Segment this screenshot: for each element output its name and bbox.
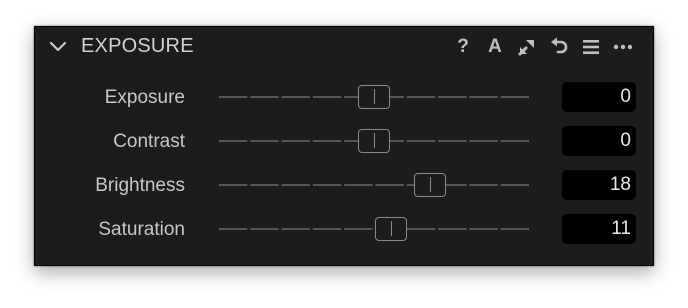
slider-track <box>219 228 529 230</box>
slider-track <box>219 184 529 186</box>
exposure-tool-panel: EXPOSURE ? A Exposure 0 Contrast 0 Brigh… <box>34 26 654 266</box>
panel-title: EXPOSURE <box>81 35 194 57</box>
presets-menu-icon[interactable] <box>575 35 607 59</box>
contrast-value-field[interactable]: 0 <box>562 126 636 156</box>
brightness-value-field[interactable]: 18 <box>562 170 636 200</box>
slider-thumb[interactable] <box>413 173 446 197</box>
slider-row-saturation: Saturation 11 <box>35 213 653 247</box>
saturation-slider[interactable] <box>219 213 529 247</box>
auto-icon[interactable]: A <box>479 35 511 59</box>
slider-row-exposure: Exposure 0 <box>35 81 653 115</box>
slider-row-brightness: Brightness 18 <box>35 169 653 203</box>
brightness-slider[interactable] <box>219 169 529 203</box>
help-icon[interactable]: ? <box>447 35 479 59</box>
reset-icon[interactable] <box>543 35 575 59</box>
slider-label: Exposure <box>104 87 185 108</box>
slider-thumb[interactable] <box>375 217 408 241</box>
collapse-chevron-icon[interactable] <box>47 38 69 56</box>
contrast-slider[interactable] <box>219 125 529 159</box>
exposure-value-field[interactable]: 0 <box>562 82 636 112</box>
slider-label: Saturation <box>98 219 185 240</box>
more-icon[interactable] <box>607 35 639 59</box>
slider-label: Contrast <box>113 131 185 152</box>
copy-apply-icon[interactable] <box>511 35 543 59</box>
panel-header: EXPOSURE ? A <box>35 27 653 67</box>
saturation-value-field[interactable]: 11 <box>562 214 636 244</box>
slider-label: Brightness <box>95 175 185 196</box>
slider-row-contrast: Contrast 0 <box>35 125 653 159</box>
panel-toolbar: ? A <box>447 35 639 59</box>
slider-thumb[interactable] <box>358 85 390 109</box>
exposure-slider[interactable] <box>219 81 529 115</box>
slider-thumb[interactable] <box>358 129 390 153</box>
